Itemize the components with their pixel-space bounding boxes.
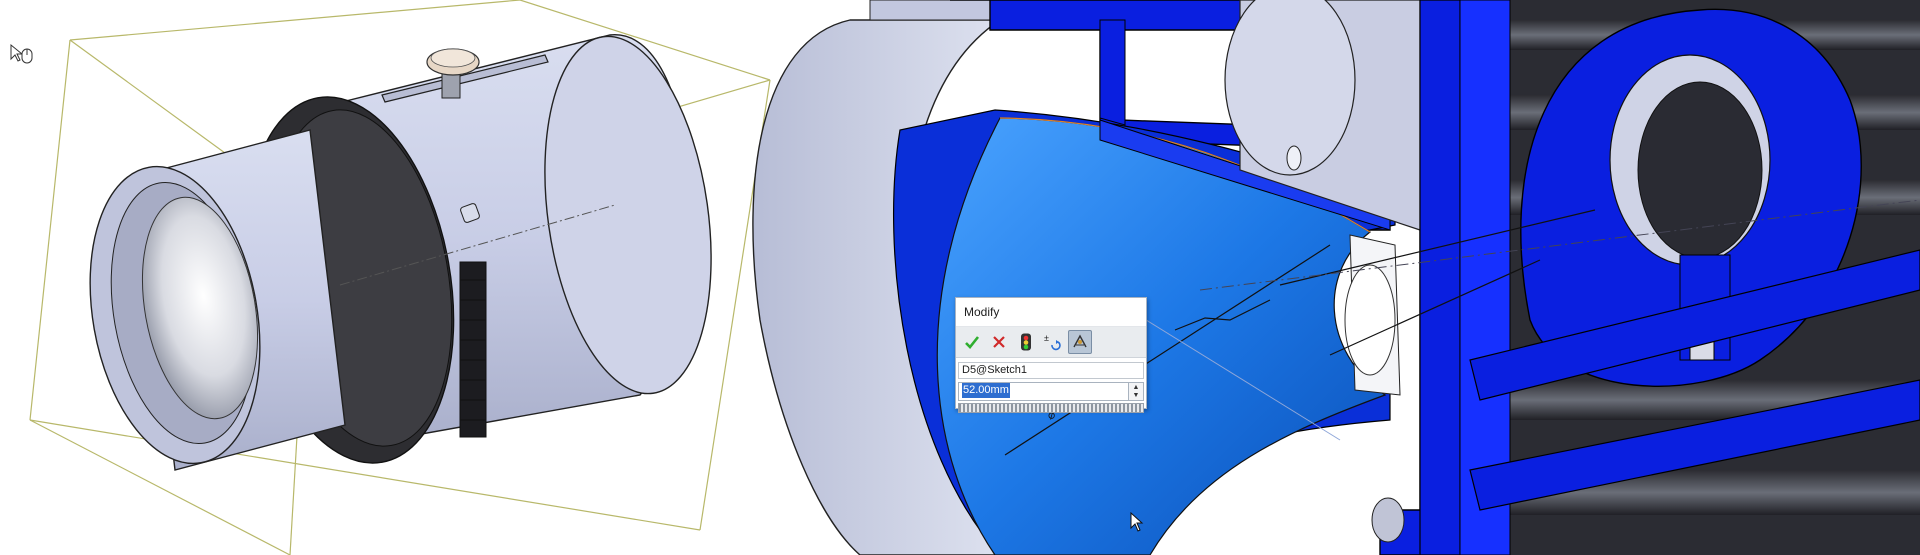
check-icon xyxy=(965,336,980,349)
dialog-title: Modify xyxy=(956,298,1146,327)
value-spinner[interactable]: ▲ ▼ xyxy=(1128,383,1143,400)
mark-dimension-button[interactable] xyxy=(1068,330,1092,354)
reverse-dimension-icon: ± xyxy=(1044,333,1061,351)
thumbwheel-slider[interactable] xyxy=(958,403,1144,413)
selected-value-text: 52.00mm xyxy=(962,383,1010,398)
mouse-selection-icon xyxy=(10,43,33,64)
mark-dimension-icon xyxy=(1073,334,1087,348)
traffic-light-icon xyxy=(1021,333,1031,351)
ok-button[interactable] xyxy=(960,330,984,354)
rebuild-button[interactable] xyxy=(1014,330,1038,354)
dimension-name-field[interactable]: D5@Sketch1 xyxy=(958,362,1144,379)
graphics-viewport[interactable]: ⌀ Modify ± D5@Sketch1 52.00mm 52.00mm ▲ … xyxy=(0,0,1920,555)
svg-text:±: ± xyxy=(1044,333,1049,343)
modify-dialog[interactable]: Modify ± D5@Sketch1 52.00mm 52.00mm ▲ ▼ xyxy=(955,297,1147,413)
spin-up-button[interactable]: ▲ xyxy=(1129,383,1143,392)
dialog-toolbar: ± xyxy=(956,327,1146,358)
spin-down-button[interactable]: ▼ xyxy=(1129,391,1143,400)
lens-holder-part[interactable] xyxy=(68,26,732,480)
mouse-cursor-icon xyxy=(1130,512,1144,532)
value-row: 52.00mm ▲ ▼ xyxy=(958,382,1144,401)
reverse-dimension-button[interactable]: ± xyxy=(1041,330,1065,354)
section-view[interactable] xyxy=(752,0,1920,555)
x-icon xyxy=(993,336,1005,348)
cancel-button[interactable] xyxy=(987,330,1011,354)
model-scene[interactable]: ⌀ xyxy=(0,0,1920,555)
